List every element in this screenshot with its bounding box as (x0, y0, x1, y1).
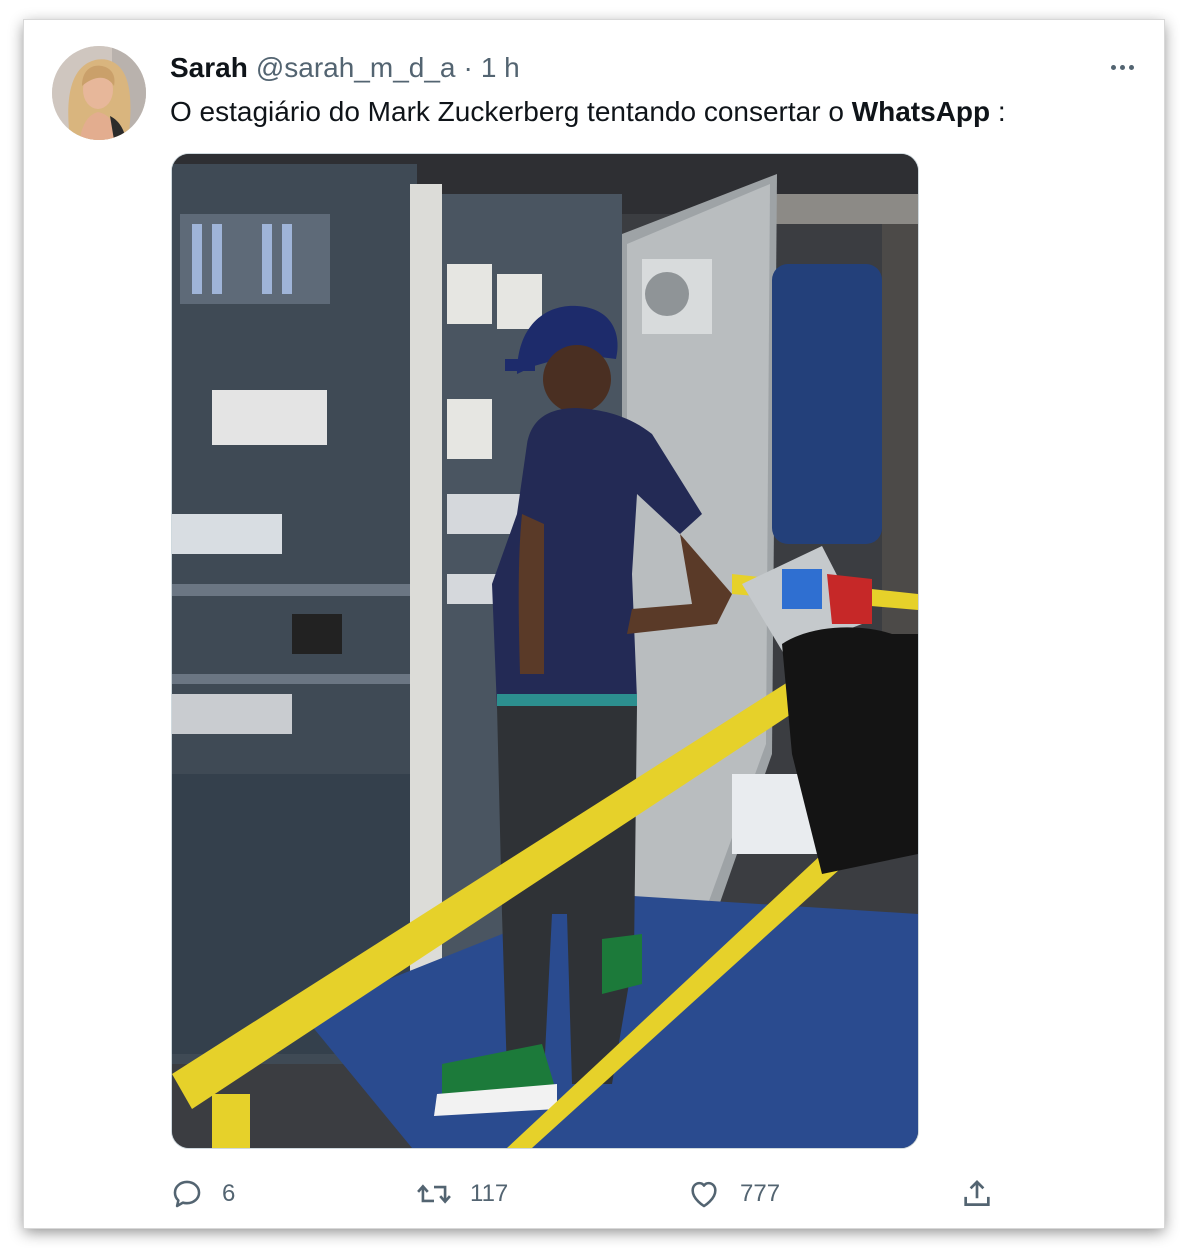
reply-icon (173, 1180, 201, 1208)
like-count: 777 (740, 1180, 781, 1207)
tweet-text: O estagiário do Mark Zuckerberg tentando… (170, 92, 1006, 132)
tweet-text-part: O estagiário do Mark Zuckerberg tentando… (170, 96, 852, 127)
header-separator: · (463, 52, 473, 83)
reply-count: 6 (222, 1180, 236, 1207)
photo-image (172, 154, 918, 1148)
retweet-count: 117 (470, 1180, 509, 1207)
reply-button[interactable]: 6 (170, 1174, 235, 1214)
author-avatar[interactable] (52, 46, 146, 140)
heart-icon (691, 1181, 717, 1208)
avatar-photo (52, 46, 146, 140)
retweet-icon (417, 1184, 451, 1204)
tweet-actions: 6 117 777 (170, 1174, 1000, 1214)
share-icon (964, 1180, 990, 1206)
author-handle[interactable]: @sarah_m_d_a (256, 52, 456, 84)
like-button[interactable]: 777 (686, 1174, 780, 1214)
more-options-icon[interactable] (1104, 54, 1140, 80)
tweet-photo[interactable] (171, 153, 919, 1149)
tweet-header: Sarah @sarah_m_d_a · 1 h (170, 48, 520, 88)
author-display-name[interactable]: Sarah (170, 52, 248, 84)
tweet-text-bold: WhatsApp (851, 96, 991, 127)
tweet-card[interactable]: Sarah @sarah_m_d_a · 1 h O estagiário do… (24, 20, 1164, 1228)
tweet-timestamp[interactable]: 1 h (481, 52, 520, 84)
retweet-button[interactable]: 117 (416, 1174, 508, 1214)
share-button[interactable] (960, 1174, 994, 1214)
tweet-text-suffix: : (990, 96, 1006, 127)
